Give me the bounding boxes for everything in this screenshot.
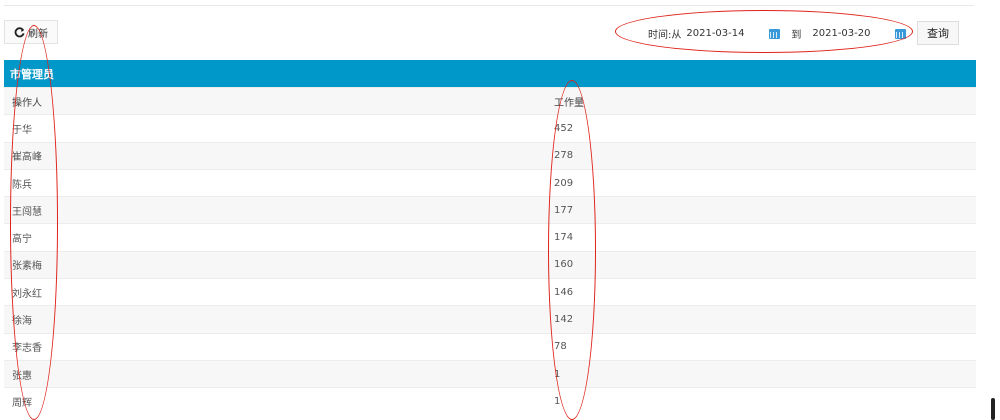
workload-count: 78 bbox=[552, 332, 976, 361]
operator-name: 徐海 bbox=[4, 305, 552, 334]
scrollbar-thumb[interactable] bbox=[991, 398, 995, 420]
workload-table: 操作人 工作量 于华 452 崔高峰 278 陈兵 209 王闯慧 177 高宁 174 张素梅 16… bbox=[4, 86, 976, 416]
time-from-label: 时间:从 bbox=[648, 29, 682, 41]
end-date-value: 2021-03-20 bbox=[812, 27, 871, 39]
operator-name: 周辉 bbox=[4, 387, 552, 416]
workload-count: 209 bbox=[552, 168, 976, 197]
query-button[interactable]: 查询 bbox=[917, 21, 959, 45]
workload-count: 160 bbox=[552, 250, 976, 279]
operator-name: 高宁 bbox=[4, 223, 552, 252]
calendar-icon[interactable] bbox=[769, 29, 781, 39]
refresh-label: 刷新 bbox=[28, 28, 48, 40]
workload-count: 1 bbox=[552, 359, 976, 388]
workload-count: 146 bbox=[552, 278, 976, 306]
operator-name: 李志香 bbox=[4, 332, 552, 361]
operator-name: 崔高峰 bbox=[4, 141, 552, 170]
operator-name: 于华 bbox=[4, 114, 552, 143]
panel-title: 市管理员 bbox=[4, 60, 976, 87]
workload-count: 142 bbox=[552, 305, 976, 334]
to-label: 到 bbox=[791, 29, 802, 41]
table-row: 张素梅 160 bbox=[4, 250, 976, 279]
table-header-row: 操作人 工作量 bbox=[4, 86, 976, 115]
table-row: 高宁 174 bbox=[4, 223, 976, 252]
table-row: 王闯慧 177 bbox=[4, 196, 976, 224]
table-row: 陈兵 209 bbox=[4, 168, 976, 197]
end-date-input[interactable]: 2021-03-20 bbox=[807, 23, 912, 43]
operator-name: 陈兵 bbox=[4, 168, 552, 197]
refresh-icon bbox=[14, 26, 25, 37]
table-row: 周辉 1 bbox=[4, 387, 976, 416]
operator-name: 刘永红 bbox=[4, 278, 552, 306]
start-date-input[interactable]: 2021-03-14 bbox=[681, 23, 786, 43]
table-row: 李志香 78 bbox=[4, 332, 976, 361]
operator-name: 张惠 bbox=[4, 359, 552, 388]
table-row: 于华 452 bbox=[4, 114, 976, 143]
column-header-operator: 操作人 bbox=[4, 86, 552, 115]
top-strip bbox=[4, 0, 974, 6]
start-date-value: 2021-03-14 bbox=[686, 27, 745, 39]
table-row: 徐海 142 bbox=[4, 305, 976, 334]
column-header-workload: 工作量 bbox=[552, 86, 976, 115]
calendar-icon[interactable] bbox=[895, 29, 907, 39]
stats-panel: 市管理员 操作人 工作量 于华 452 崔高峰 278 陈兵 209 王闯慧 177 高宁 174… bbox=[4, 60, 976, 416]
date-filter: 时间:从 2021-03-14 到 2021-03-20 bbox=[648, 22, 912, 44]
workload-count: 174 bbox=[552, 223, 976, 252]
operator-name: 张素梅 bbox=[4, 250, 552, 279]
operator-name: 王闯慧 bbox=[4, 196, 552, 224]
table-row: 崔高峰 278 bbox=[4, 141, 976, 170]
table-row: 刘永红 146 bbox=[4, 278, 976, 306]
workload-count: 278 bbox=[552, 141, 976, 170]
workload-count: 452 bbox=[552, 114, 976, 143]
refresh-button[interactable]: 刷新 bbox=[4, 20, 58, 44]
workload-count: 1 bbox=[552, 387, 976, 416]
table-row: 张惠 1 bbox=[4, 359, 976, 388]
workload-count: 177 bbox=[552, 196, 976, 224]
